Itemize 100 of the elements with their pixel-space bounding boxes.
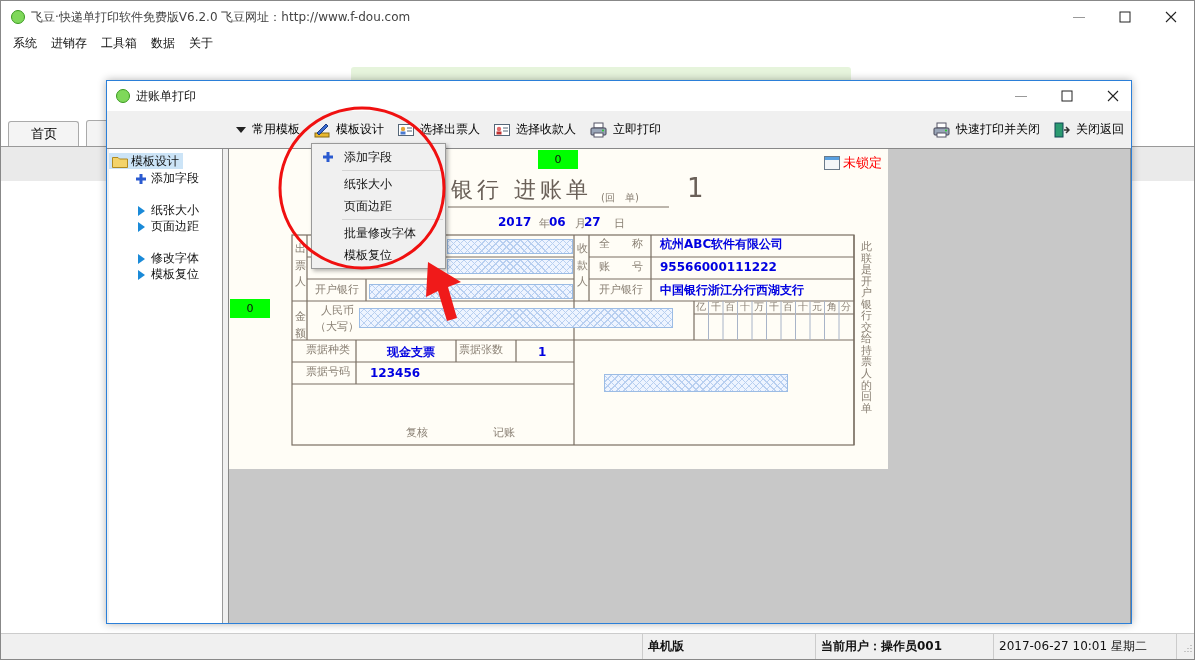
dialog-title: 进账单打印 <box>136 87 196 105</box>
tree-item[interactable]: 修改字体 <box>109 250 222 267</box>
form-label: 分 <box>840 302 853 312</box>
status-text: 2017-06-27 10:01 星期二 <box>994 634 1177 659</box>
field-value[interactable]: 95566000111222 <box>660 261 777 273</box>
form-label: 开户银行 <box>599 284 643 295</box>
form-label: 千 <box>709 302 722 312</box>
form-label: 月 <box>575 218 586 229</box>
form-label: 元 <box>811 302 824 312</box>
field-value[interactable]: 06 <box>549 216 566 228</box>
menu-item[interactable]: 系统 <box>13 34 37 52</box>
window-icon <box>824 156 840 170</box>
form-label: 票据张数 <box>459 344 503 355</box>
form-label: 全 称 <box>599 238 643 249</box>
form-label: 年 <box>539 218 550 229</box>
form-label: 十 <box>796 302 809 312</box>
menu-item[interactable]: 工具箱 <box>101 34 137 52</box>
form-label: 人民币 <box>321 305 354 316</box>
maximize-icon[interactable] <box>1061 90 1073 102</box>
form-label: 亿 <box>695 302 708 312</box>
field-value[interactable]: 现金支票 <box>387 346 435 358</box>
field-value[interactable]: 中国银行浙江分行西湖支行 <box>660 284 804 296</box>
folder-icon <box>112 154 128 168</box>
triangle-icon <box>135 268 147 281</box>
field-value[interactable]: 1 <box>538 346 547 358</box>
form-label: 记账 <box>493 427 515 438</box>
form-label: 百 <box>724 302 737 312</box>
form-label: 金额 <box>295 309 306 342</box>
toolbar-button[interactable]: 选择出票人 <box>397 119 481 140</box>
form-label: （大写） <box>315 321 359 332</box>
triangle-icon <box>135 252 147 265</box>
triangle-icon <box>135 220 147 233</box>
toolbar-button[interactable]: 快速打印并关闭 <box>932 119 1041 140</box>
maximize-icon[interactable] <box>1119 11 1131 23</box>
toolbar-button[interactable]: 常用模板 <box>235 119 301 140</box>
menu-item[interactable]: 模板复位 <box>312 244 445 266</box>
form-label: 角 <box>825 302 838 312</box>
menu-item[interactable]: 批量修改字体 <box>312 222 445 244</box>
form-subtitle: (回 单) <box>601 193 639 203</box>
status-text: 当前用户：操作员001 <box>816 634 994 659</box>
form-label: 百 <box>782 302 795 312</box>
form-title: 银行 进账单 <box>451 179 592 201</box>
toolbar-button[interactable]: 选择收款人 <box>493 119 577 140</box>
hatched-field[interactable] <box>604 374 788 392</box>
menu-item[interactable]: 关于 <box>189 34 213 52</box>
hatched-field[interactable] <box>359 308 673 328</box>
field-value[interactable]: 27 <box>584 216 601 228</box>
printer-icon <box>590 121 607 138</box>
form-label: 账 号 <box>599 261 643 272</box>
form-label: 票据号码 <box>306 366 350 377</box>
form-label: 十 <box>738 302 751 312</box>
form-label: 此联是开户银行交给持票人的回单 <box>861 241 872 415</box>
tree-item[interactable]: 模板复位 <box>109 266 222 283</box>
menu-item[interactable]: 页面边距 <box>312 195 445 217</box>
menu-item[interactable]: 进销存 <box>51 34 87 52</box>
toolbar-button[interactable]: 立即打印 <box>589 119 662 140</box>
lock-status: 未锁定 <box>843 154 882 172</box>
toolbar-button[interactable]: 模板设计 <box>313 119 385 140</box>
close-icon[interactable] <box>1107 90 1119 102</box>
tree-item[interactable]: 添加字段 <box>109 170 222 187</box>
hatched-field[interactable] <box>447 259 573 274</box>
form-label: 出票人 <box>295 241 306 290</box>
counter-badge: 0 <box>538 150 578 169</box>
form-label: 日 <box>614 218 625 229</box>
status-text: 单机版 <box>643 634 816 659</box>
dropdown-triangle-icon <box>236 125 246 134</box>
plus-icon <box>322 151 334 163</box>
form-label: 票据种类 <box>306 344 350 355</box>
printer-icon <box>933 121 950 138</box>
field-value[interactable]: 杭州ABC软件有限公司 <box>660 238 784 250</box>
form-label: 复核 <box>406 427 428 438</box>
close-icon[interactable] <box>1165 11 1177 23</box>
tree-item[interactable]: 纸张大小 <box>109 202 222 219</box>
id-card-icon <box>398 122 414 137</box>
hatched-field[interactable] <box>369 284 573 299</box>
form-label: 千 <box>767 302 780 312</box>
app-logo-icon <box>10 9 26 25</box>
triangle-icon <box>135 204 147 217</box>
tree-item[interactable]: 页面边距 <box>109 218 222 235</box>
form-label: 开户银行 <box>315 284 359 295</box>
menu-item[interactable]: 添加字段 <box>312 146 445 168</box>
id-card-icon <box>494 122 510 137</box>
plus-icon <box>135 172 147 185</box>
field-value[interactable]: 2017 <box>498 216 532 228</box>
form-number: 1 <box>687 175 704 201</box>
tree-item[interactable]: 模板设计 <box>109 153 183 169</box>
counter-badge: 0 <box>230 299 270 318</box>
window-title: 飞豆·快递单打印软件免费版V6.2.0 飞豆网址：http://www.f-dou.com <box>31 8 411 26</box>
field-value[interactable]: 123456 <box>370 367 421 379</box>
tab[interactable]: 首页 <box>8 121 79 146</box>
form-label: 收款人 <box>577 241 588 290</box>
form-label: 万 <box>753 302 766 312</box>
menu-item[interactable]: 数据 <box>151 34 175 52</box>
pointer-arrow <box>426 262 461 321</box>
toolbar-button[interactable]: 关闭返回 <box>1053 119 1125 140</box>
dialog-logo-icon <box>115 88 131 104</box>
exit-door-icon <box>1054 121 1070 138</box>
pencil-ruler-icon <box>314 121 330 138</box>
menu-item[interactable]: 纸张大小 <box>312 173 445 195</box>
hatched-field[interactable] <box>447 239 573 254</box>
